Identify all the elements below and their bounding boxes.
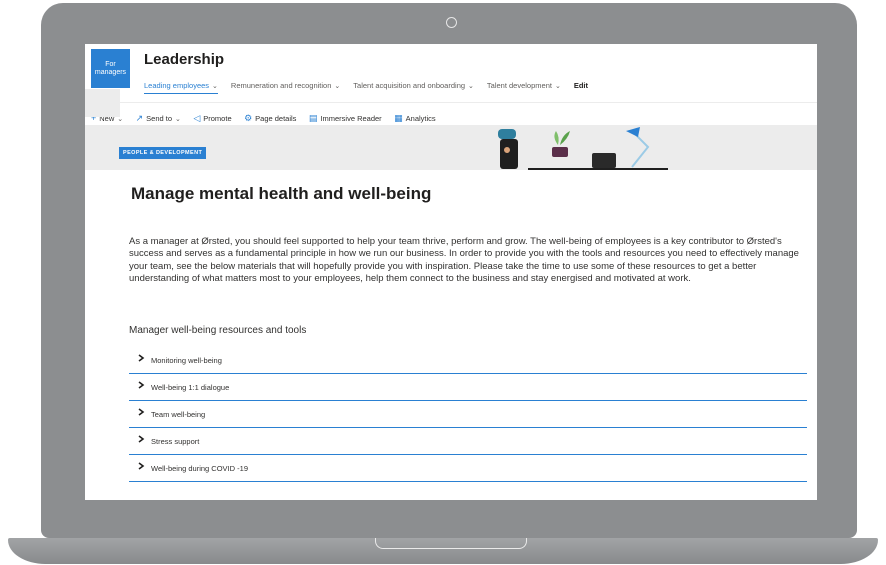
- banner-illustration: [498, 127, 668, 170]
- page-details-button[interactable]: ⚙ Page details: [244, 113, 296, 124]
- promote-label: Promote: [203, 114, 232, 123]
- chart-icon: ▦: [394, 113, 403, 123]
- analytics-button[interactable]: ▦ Analytics: [394, 113, 436, 124]
- chevron-right-icon: [138, 381, 145, 389]
- nav-label: Talent development: [486, 81, 552, 90]
- chevron-down-icon: ⌄: [468, 83, 474, 90]
- reader-icon: ▤: [308, 113, 318, 123]
- accordion-item-covid[interactable]: Well-being during COVID -19: [129, 455, 807, 482]
- resources-heading: Manager well-being resources and tools: [129, 325, 307, 336]
- chevron-down-icon: ⌄: [554, 83, 561, 90]
- banner-edge: [85, 89, 120, 117]
- site-logo[interactable]: For managers: [91, 49, 130, 88]
- nav-item-talent-development[interactable]: Talent development ⌄: [487, 81, 561, 90]
- nav-item-talent-acquisition[interactable]: Talent acquisition and onboarding ⌄: [353, 81, 474, 90]
- nav-label: Leading employees: [144, 81, 210, 90]
- nav-label: Remuneration and recognition: [230, 81, 332, 90]
- accordion-label: Team well-being: [151, 410, 206, 419]
- laptop-screen: For managers Leadership Leading employee…: [85, 44, 817, 500]
- nav-label: Talent acquisition and onboarding: [353, 81, 466, 90]
- page-details-label: Page details: [255, 114, 297, 123]
- site-title[interactable]: Leadership: [144, 51, 224, 68]
- nav-item-leading-employees[interactable]: Leading employees ⌄: [144, 81, 218, 94]
- accordion-item-team[interactable]: Team well-being: [129, 401, 807, 428]
- chevron-down-icon: ⌄: [334, 83, 341, 90]
- edit-link[interactable]: Edit: [574, 81, 588, 90]
- accordion-label: Monitoring well-being: [151, 356, 222, 365]
- send-to-label: Send to: [146, 114, 173, 123]
- immersive-reader-label: Immersive Reader: [320, 114, 382, 123]
- topic-tag[interactable]: PEOPLE & DEVELOPMENT: [119, 147, 207, 159]
- share-icon: ↗: [135, 113, 144, 123]
- accordion-item-monitoring[interactable]: Monitoring well-being: [129, 347, 807, 374]
- chevron-right-icon: [138, 435, 145, 443]
- analytics-label: Analytics: [405, 114, 436, 123]
- camera-icon: [446, 17, 457, 28]
- accordion-label: Well-being 1:1 dialogue: [151, 383, 230, 392]
- promote-button[interactable]: ◁ Promote: [193, 113, 231, 124]
- chevron-right-icon: [138, 408, 145, 416]
- accordion-item-stress[interactable]: Stress support: [129, 428, 807, 455]
- chevron-down-icon: ⌄: [212, 83, 218, 90]
- send-to-button[interactable]: ↗ Send to ⌄: [136, 113, 181, 124]
- laptop-notch: [375, 538, 527, 549]
- immersive-reader-button[interactable]: ▤ Immersive Reader: [309, 113, 382, 124]
- chevron-right-icon: [138, 354, 145, 362]
- accordion-item-dialogue[interactable]: Well-being 1:1 dialogue: [129, 374, 807, 401]
- gear-icon: ⚙: [244, 113, 253, 123]
- accordion-label: Well-being during COVID -19: [151, 464, 248, 473]
- site-header: For managers Leadership Leading employee…: [85, 44, 817, 100]
- megaphone-icon: ◁: [193, 113, 201, 123]
- page-title: Manage mental health and well-being: [131, 184, 432, 203]
- hero-banner: PEOPLE & DEVELOPMENT: [85, 125, 817, 170]
- chevron-down-icon: ⌄: [117, 116, 124, 123]
- nav-item-remuneration[interactable]: Remuneration and recognition ⌄: [231, 81, 340, 90]
- accordion-label: Stress support: [151, 437, 200, 446]
- chevron-right-icon: [138, 462, 145, 470]
- command-bar: + New ⌄ ↗ Send to ⌄ ◁ Promote ⚙ Page details ▤…: [85, 102, 817, 124]
- intro-paragraph: As a manager at Ørsted, you should feel …: [129, 236, 799, 284]
- resources-accordion: Monitoring well-being Well-being 1:1 dia…: [129, 347, 807, 482]
- chevron-down-icon: ⌄: [175, 116, 181, 123]
- site-nav: Leading employees ⌄ Remuneration and recog…: [144, 75, 588, 94]
